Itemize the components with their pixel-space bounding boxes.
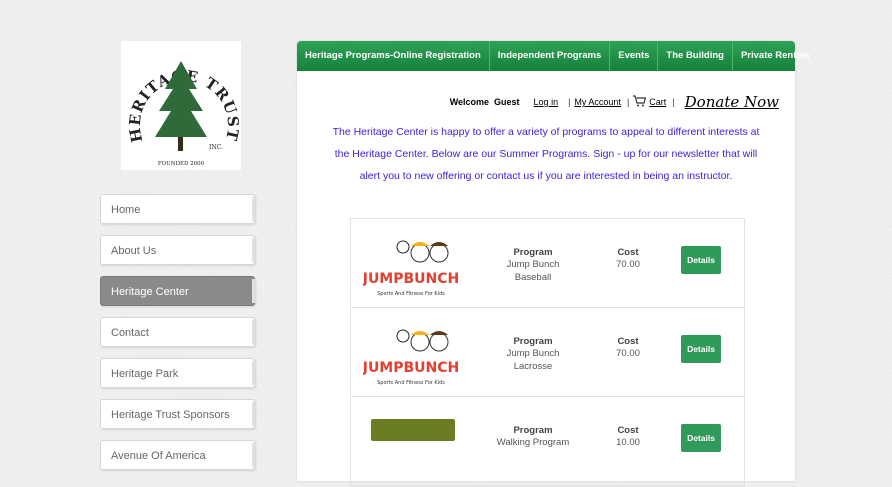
- sidebar-item-heritage-center[interactable]: Heritage Center: [100, 276, 255, 306]
- program-header: Program: [513, 336, 553, 347]
- welcome-text: Welcome Guest: [449, 97, 520, 107]
- program-name: Jump Bunch: [506, 259, 560, 270]
- program-subtitle: Lacrosse: [513, 361, 553, 372]
- program-cost: 10.00: [616, 437, 640, 448]
- heritage-trust-logo[interactable]: HERITAGE TRUST INC. FOUNDED 2000: [121, 41, 241, 170]
- tab-independent-programs[interactable]: Independent Programs: [490, 41, 611, 71]
- cost-header: Cost: [617, 336, 639, 347]
- program-row: JUMPBUNCH Sports And Fitness For Kids Pr…: [351, 219, 744, 308]
- tab-private-rentals[interactable]: Private Rentals: [733, 41, 818, 71]
- jumpbunch-logo: JUMPBUNCH Sports And Fitness For Kids: [362, 320, 459, 390]
- tab-events[interactable]: Events: [610, 41, 659, 71]
- program-subtitle: Baseball: [514, 272, 552, 283]
- my-account-link[interactable]: My Account: [574, 97, 621, 107]
- program-header: Program: [513, 425, 553, 436]
- top-nav: Heritage Programs-Online Registration In…: [297, 41, 810, 71]
- main-content: Heritage Programs-Online Registration In…: [297, 41, 810, 487]
- program-row: Program Walking Program Cost 10.00 Detai…: [351, 397, 744, 486]
- separator: |: [672, 97, 675, 107]
- sidebar-nav: Home About Us Heritage Center Contact He…: [100, 194, 255, 481]
- separator: |: [626, 97, 630, 107]
- walking-program-image: [363, 409, 459, 479]
- logo-founded: FOUNDED 2000: [158, 161, 205, 167]
- jumpbunch-logo-text: JUMPBUNCH: [363, 271, 459, 287]
- cart-icon[interactable]: [633, 95, 647, 109]
- jumpbunch-logo-tagline: Sports And Fitness For Kids: [377, 291, 445, 297]
- program-list: JUMPBUNCH Sports And Fitness For Kids Pr…: [350, 218, 745, 487]
- sidebar-item-home[interactable]: Home: [100, 194, 255, 224]
- program-name: Walking Program: [496, 437, 570, 448]
- tab-the-building[interactable]: The Building: [658, 41, 733, 71]
- sidebar-item-heritage-park[interactable]: Heritage Park: [100, 358, 255, 388]
- program-cost: 70.00: [616, 348, 640, 359]
- login-link[interactable]: Log in: [534, 97, 559, 107]
- user-bar: Welcome Guest Log in | My Account | Cart…: [450, 93, 779, 111]
- jumpbunch-logo-text: JUMPBUNCH: [363, 360, 459, 376]
- program-header: Program: [513, 247, 553, 258]
- tab-online-registration[interactable]: Heritage Programs-Online Registration: [297, 41, 490, 71]
- program-row: JUMPBUNCH Sports And Fitness For Kids Pr…: [351, 308, 744, 397]
- program-name: Jump Bunch: [506, 348, 560, 359]
- details-button[interactable]: Details: [681, 335, 721, 363]
- intro-text: The Heritage Center is happy to offer a …: [332, 126, 760, 182]
- cost-header: Cost: [617, 425, 639, 436]
- logo-inc: INC.: [209, 144, 223, 151]
- sidebar-item-sponsors[interactable]: Heritage Trust Sponsors: [100, 399, 255, 429]
- program-cost: 70.00: [616, 259, 640, 270]
- jumpbunch-logo-tagline: Sports And Fitness For Kids: [377, 380, 445, 386]
- details-button[interactable]: Details: [681, 246, 721, 274]
- sidebar-item-about-us[interactable]: About Us: [100, 235, 255, 265]
- jumpbunch-logo: JUMPBUNCH Sports And Fitness For Kids: [362, 231, 459, 301]
- details-button[interactable]: Details: [681, 424, 721, 452]
- separator: |: [568, 97, 571, 107]
- sidebar-item-avenue-of-america[interactable]: Avenue Of America: [100, 440, 255, 470]
- donate-now-link[interactable]: Donate Now: [685, 93, 779, 111]
- sidebar-item-contact[interactable]: Contact: [100, 317, 255, 347]
- cart-link[interactable]: Cart: [649, 97, 666, 107]
- cost-header: Cost: [617, 247, 639, 258]
